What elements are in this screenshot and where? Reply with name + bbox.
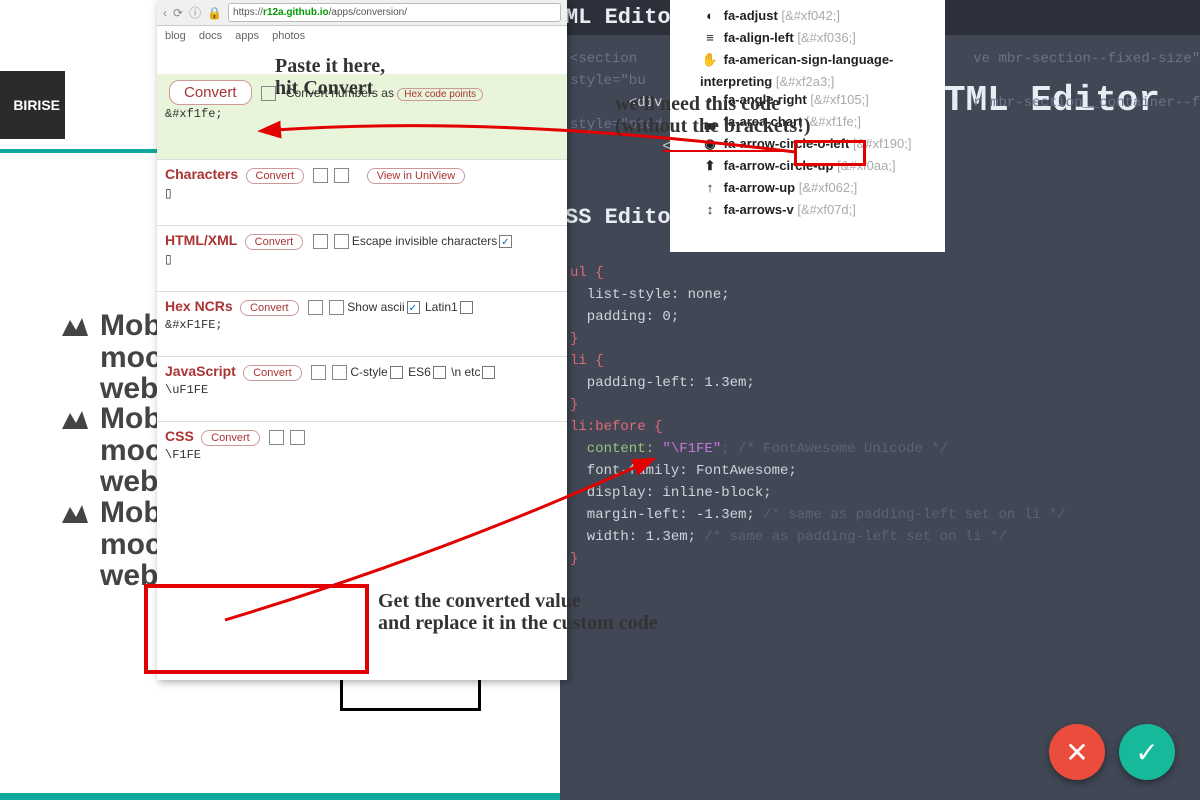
lock-icon: 🔒 — [207, 6, 222, 20]
doc-icon[interactable] — [334, 234, 349, 249]
characters-convert-button[interactable]: Convert — [246, 168, 305, 184]
brand-bar: BIRISE — [0, 71, 65, 139]
red-highlight-css — [144, 584, 369, 674]
ascii-checkbox[interactable] — [407, 301, 420, 314]
doc-icon[interactable] — [334, 168, 349, 183]
doc-icon[interactable] — [290, 430, 305, 445]
red-strike — [663, 150, 783, 152]
js-title: JavaScript — [165, 363, 236, 379]
latin1-checkbox[interactable] — [460, 301, 473, 314]
nav-photos[interactable]: photos — [272, 30, 305, 42]
escape-checkbox[interactable] — [499, 235, 512, 248]
js-convert-button[interactable]: Convert — [243, 365, 302, 381]
cstyle-label: C-style — [350, 365, 387, 379]
bottom-stripe — [0, 793, 600, 800]
netc-checkbox[interactable] — [482, 366, 495, 379]
netc-label: \n etc — [451, 365, 480, 379]
latin1-label: Latin1 — [425, 300, 458, 314]
fa-row-align-left[interactable]: ≡ fa-align-left [&#xf036;] — [700, 27, 945, 49]
copy-icon[interactable] — [308, 300, 323, 315]
copy-icon[interactable] — [311, 365, 326, 380]
characters-title: Characters — [165, 166, 238, 182]
convert-button[interactable]: Convert — [169, 80, 252, 105]
js-section: JavaScript Convert C-style ES6 \n etc \u… — [157, 356, 567, 421]
characters-section: Characters Convert View in UniView ▯ — [157, 159, 567, 225]
fa-row-arrow-up[interactable]: ↑ fa-arrow-up [&#xf062;] — [700, 177, 945, 199]
htmlxml-section: HTML/XML Convert Escape invisible charac… — [157, 225, 567, 291]
back-icon[interactable]: ‹ — [163, 6, 167, 20]
nav-blog[interactable]: blog — [165, 30, 186, 42]
nav-docs[interactable]: docs — [199, 30, 222, 42]
accent-stripe — [0, 149, 170, 153]
hex-convert-button[interactable]: Convert — [240, 300, 299, 316]
css-code-block[interactable]: ul { list-style: none; padding: 0; } li … — [570, 262, 1066, 570]
reload-icon[interactable]: ⟳ — [173, 6, 183, 20]
fa-row-adjust[interactable]: ◐ fa-adjust [&#xf042;] — [700, 5, 945, 27]
browser-chrome: ‹ ⟳ ⓘ 🔒 https://r12a.github.io/apps/conv… — [157, 0, 567, 26]
es6-label: ES6 — [408, 365, 431, 379]
doc-icon[interactable] — [332, 365, 347, 380]
htmlxml-convert-button[interactable]: Convert — [245, 234, 304, 250]
fa-row-asl[interactable]: ✋ fa-american-sign-language-interpreting… — [700, 49, 945, 89]
view-uniview-button[interactable]: View in UniView — [367, 168, 465, 184]
bg-text-1: Mobmocweb — [100, 310, 162, 405]
ascii-label: Show ascii — [347, 300, 404, 314]
css-title: CSS — [165, 428, 194, 444]
input-field[interactable]: &#xf1fe; — [165, 105, 559, 123]
css-section: CSS Convert \F1FE — [157, 421, 567, 486]
bg-text-2: Mobmocweb — [100, 403, 162, 498]
converter-browser-window: ‹ ⟳ ⓘ 🔒 https://r12a.github.io/apps/conv… — [157, 0, 567, 680]
copy-icon[interactable] — [313, 168, 328, 183]
info-icon[interactable]: ⓘ — [189, 4, 201, 21]
copy-icon[interactable] — [261, 86, 276, 101]
htmlxml-output[interactable]: ▯ — [165, 250, 559, 269]
escape-label: Escape invisible characters — [352, 234, 497, 248]
css-convert-button[interactable]: Convert — [201, 430, 260, 446]
bg-text-3: Mobmocweb — [100, 497, 162, 592]
copy-icon[interactable] — [269, 430, 284, 445]
annotation-need-code: we'll need this code(without the bracket… — [615, 93, 811, 137]
hex-section: Hex NCRs Convert Show ascii Latin1 &#xF1… — [157, 291, 567, 356]
characters-output[interactable]: ▯ — [165, 184, 559, 203]
copy-icon[interactable] — [313, 234, 328, 249]
js-output[interactable]: \uF1FE — [165, 381, 559, 399]
confirm-fab[interactable]: ✓ — [1119, 724, 1175, 780]
site-nav: blog docs apps photos — [157, 26, 567, 46]
doc-icon[interactable] — [329, 300, 344, 315]
cstyle-checkbox[interactable] — [390, 366, 403, 379]
annotation-paste: Paste it here,hit Convert — [275, 55, 385, 99]
hex-title: Hex NCRs — [165, 298, 233, 314]
es6-checkbox[interactable] — [433, 366, 446, 379]
red-highlight-code — [794, 140, 866, 166]
hex-chip[interactable]: Hex code points — [397, 88, 483, 101]
hex-output[interactable]: &#xF1FE; — [165, 316, 559, 334]
annotation-replace: Get the converted valueand replace it in… — [378, 590, 658, 634]
css-output[interactable]: \F1FE — [165, 446, 559, 464]
cancel-fab[interactable]: ✕ — [1049, 724, 1105, 780]
nav-apps[interactable]: apps — [235, 30, 259, 42]
htmlxml-title: HTML/XML — [165, 232, 237, 248]
url-bar[interactable]: https://r12a.github.io/apps/conversion/ — [228, 3, 561, 22]
fa-row-arrows-v[interactable]: ↕ fa-arrows-v [&#xf07d;] — [700, 199, 945, 221]
